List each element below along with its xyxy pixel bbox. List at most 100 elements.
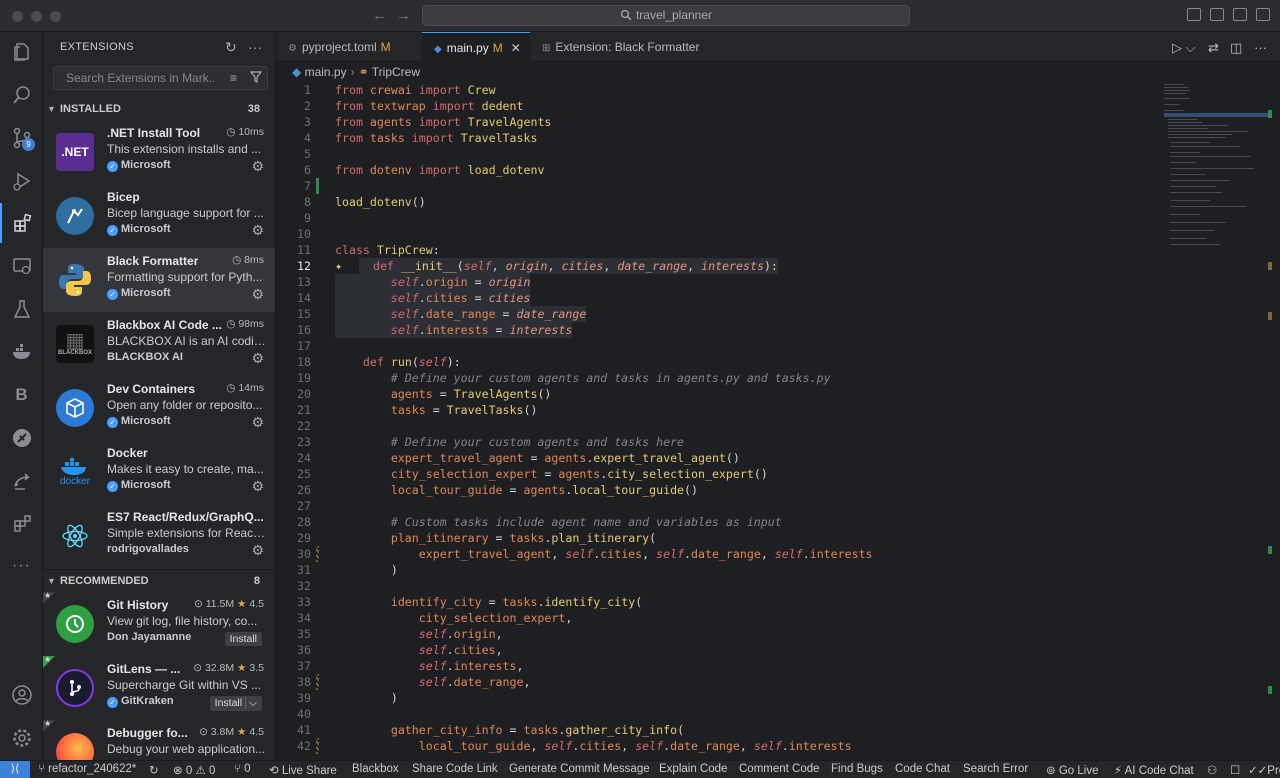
- prettier-status[interactable]: ✓✓Prettier: [1248, 763, 1280, 777]
- find-bugs-status[interactable]: Find Bugs: [831, 763, 883, 775]
- extension-item[interactable]: Bicep Bicep language support for ... ✓ Mi…: [43, 184, 275, 248]
- tab-pyproject[interactable]: ⚙ pyproject.toml M: [276, 32, 422, 62]
- extension-name: Docker: [107, 446, 148, 460]
- manage-gear-icon[interactable]: ⚙: [251, 414, 264, 431]
- close-window-button[interactable]: [12, 11, 23, 22]
- docker-logo-icon: docker: [56, 453, 94, 491]
- extension-item-selected[interactable]: Black Formatter ◷ 8ms Formatting support…: [43, 248, 275, 312]
- code-chat-status[interactable]: Code Chat: [895, 763, 950, 775]
- extension-item[interactable]: ES7 React/Redux/GraphQ... Simple extensi…: [43, 504, 275, 568]
- tab-extension-black-formatter[interactable]: ⊞ Extension: Black Formatter: [530, 32, 730, 62]
- manage-gear-icon[interactable]: ⚙: [251, 286, 264, 303]
- sync-icon[interactable]: ↻: [149, 763, 159, 777]
- explorer-icon[interactable]: [0, 32, 43, 72]
- manage-gear-icon[interactable]: ⚙: [251, 222, 264, 239]
- extension-description: Bicep language support for ...: [107, 206, 264, 220]
- settings-gear-icon[interactable]: [0, 718, 43, 758]
- recommended-item[interactable]: ★ Git History ⊙ 11.5M ★ 4.5 View git log…: [43, 591, 275, 656]
- extension-search-input[interactable]: [54, 67, 214, 89]
- run-python-icon[interactable]: ▷ ⌵: [1172, 40, 1195, 56]
- code-line: 37 self.interests,: [297, 659, 524, 673]
- toggle-primary-sidebar-icon[interactable]: [1187, 8, 1201, 21]
- generate-commit-message-status[interactable]: Generate Commit Message: [509, 763, 650, 775]
- extension-item[interactable]: Dev Containers ◷ 14ms Open any folder or…: [43, 376, 275, 440]
- code-line: 19 # Define your custom agents and tasks…: [297, 371, 831, 385]
- notifications-icon[interactable]: ☐: [1230, 763, 1240, 777]
- command-center-search[interactable]: travel_planner: [422, 5, 910, 26]
- account-icon[interactable]: [0, 675, 43, 715]
- source-control-icon[interactable]: 9: [0, 118, 43, 158]
- blackbox-status[interactable]: Blackbox: [352, 763, 399, 775]
- testing-icon[interactable]: [0, 289, 43, 329]
- go-live-status[interactable]: ⊚ Go Live: [1046, 763, 1098, 777]
- clear-filter-icon[interactable]: ≡: [230, 71, 237, 85]
- breadcrumb-file[interactable]: main.py: [305, 65, 347, 79]
- install-button[interactable]: Install: [224, 632, 262, 646]
- comment-code-status[interactable]: Comment Code: [739, 763, 820, 775]
- editor-scrollbar[interactable]: [1268, 82, 1274, 760]
- compare-changes-icon[interactable]: ⇄: [1208, 40, 1219, 56]
- extension-item[interactable]: .NET .NET Install Tool ◷ 10ms This exten…: [43, 120, 275, 184]
- blackbox-icon-letter: B: [15, 385, 28, 404]
- refresh-icon[interactable]: ↻: [225, 39, 237, 56]
- run-debug-icon[interactable]: [0, 161, 43, 201]
- search-icon[interactable]: [0, 75, 43, 115]
- search-error-status[interactable]: Search Error: [963, 763, 1028, 775]
- share-code-link-status[interactable]: Share Code Link: [412, 763, 498, 775]
- installed-count: 38: [247, 103, 260, 115]
- maximize-window-button[interactable]: [50, 11, 61, 22]
- toggle-secondary-sidebar-icon[interactable]: [1233, 8, 1247, 21]
- ports-status[interactable]: ⑂ 0: [234, 763, 251, 775]
- gitkraken-icon[interactable]: [0, 418, 43, 458]
- extension-item[interactable]: docker Docker Makes it easy to create, m…: [43, 440, 275, 504]
- more-actions-icon[interactable]: ···: [248, 39, 262, 55]
- live-share-icon[interactable]: [0, 461, 43, 501]
- extension-publisher: ✓ Microsoft: [107, 415, 171, 428]
- remote-indicator-icon[interactable]: ⟩⟨: [0, 761, 30, 778]
- extension-name: GitLens — ...: [107, 662, 181, 676]
- problems-status[interactable]: ⊗ 0 ⚠ 0: [173, 763, 215, 777]
- manage-gear-icon[interactable]: ⚙: [251, 478, 264, 495]
- copilot-icon[interactable]: ⚇: [1207, 763, 1217, 777]
- scroll-change-marker: [1268, 262, 1272, 270]
- minimize-window-button[interactable]: [31, 11, 42, 22]
- toggle-panel-icon[interactable]: [1210, 8, 1224, 21]
- minimap[interactable]: [1160, 82, 1280, 262]
- split-editor-icon[interactable]: ◫: [1230, 40, 1242, 56]
- recommended-item[interactable]: ★ Debugger fo... ⊙ 3.8M ★ 4.5 Debug your…: [43, 719, 275, 760]
- more-views-icon[interactable]: ···: [0, 546, 43, 586]
- live-share-status[interactable]: ⟲ Live Share: [269, 763, 337, 777]
- extension-description: Formatting support for Pyth...: [107, 270, 263, 284]
- manage-gear-icon[interactable]: ⚙: [251, 158, 264, 175]
- code-line: 30 expert_travel_agent, self.cities, sel…: [297, 546, 873, 562]
- manage-gear-icon[interactable]: ⚙: [251, 350, 264, 367]
- nav-back-button[interactable]: ←: [372, 7, 387, 24]
- extension-item[interactable]: ▦ BLACKBOX Blackbox AI Code ... ◷ 98ms BL…: [43, 312, 275, 376]
- filter-icon[interactable]: [249, 71, 263, 86]
- nav-forward-button[interactable]: →: [396, 7, 411, 24]
- docker-icon[interactable]: [0, 332, 43, 372]
- editor-more-actions-icon[interactable]: ···: [1254, 40, 1267, 55]
- customize-layout-icon[interactable]: [1256, 8, 1270, 21]
- code-line: 10: [297, 227, 311, 241]
- installed-section-header[interactable]: ▼ INSTALLED 38: [43, 98, 275, 120]
- remote-explorer-icon[interactable]: [0, 246, 43, 286]
- manage-gear-icon[interactable]: ⚙: [251, 542, 264, 559]
- code-line: 13 self.origin = origin: [297, 274, 531, 290]
- branch-status[interactable]: ⑂ refactor_240622*: [38, 763, 136, 775]
- code-line: 40: [297, 707, 311, 721]
- recommended-item[interactable]: ★ GitLens — ... ⊙ 32.8M ★ 3.5 Supercharg…: [43, 655, 275, 720]
- explain-code-status[interactable]: Explain Code: [659, 763, 727, 775]
- code-line-current: 12 ✦ def __init__(self, origin, cities, d…: [297, 258, 778, 274]
- install-button[interactable]: Install ⌵: [209, 696, 262, 711]
- tab-main-py[interactable]: ◆ main.py M ✕: [422, 32, 530, 62]
- recommended-section-header[interactable]: ▼ RECOMMENDED 8: [43, 569, 275, 591]
- ai-code-chat-status[interactable]: ⚡ AI Code Chat: [1114, 763, 1194, 777]
- verified-icon: ✓: [107, 481, 118, 492]
- code-editor[interactable]: 1 from crewai import Crew 2 from textwrap …: [276, 82, 1156, 760]
- extensions-icon[interactable]: [0, 203, 43, 243]
- breadcrumb-symbol[interactable]: TripCrew: [372, 65, 420, 79]
- close-tab-icon[interactable]: ✕: [511, 41, 521, 55]
- extensions-secondary-icon[interactable]: [0, 503, 43, 543]
- blackbox-icon[interactable]: B: [0, 375, 43, 415]
